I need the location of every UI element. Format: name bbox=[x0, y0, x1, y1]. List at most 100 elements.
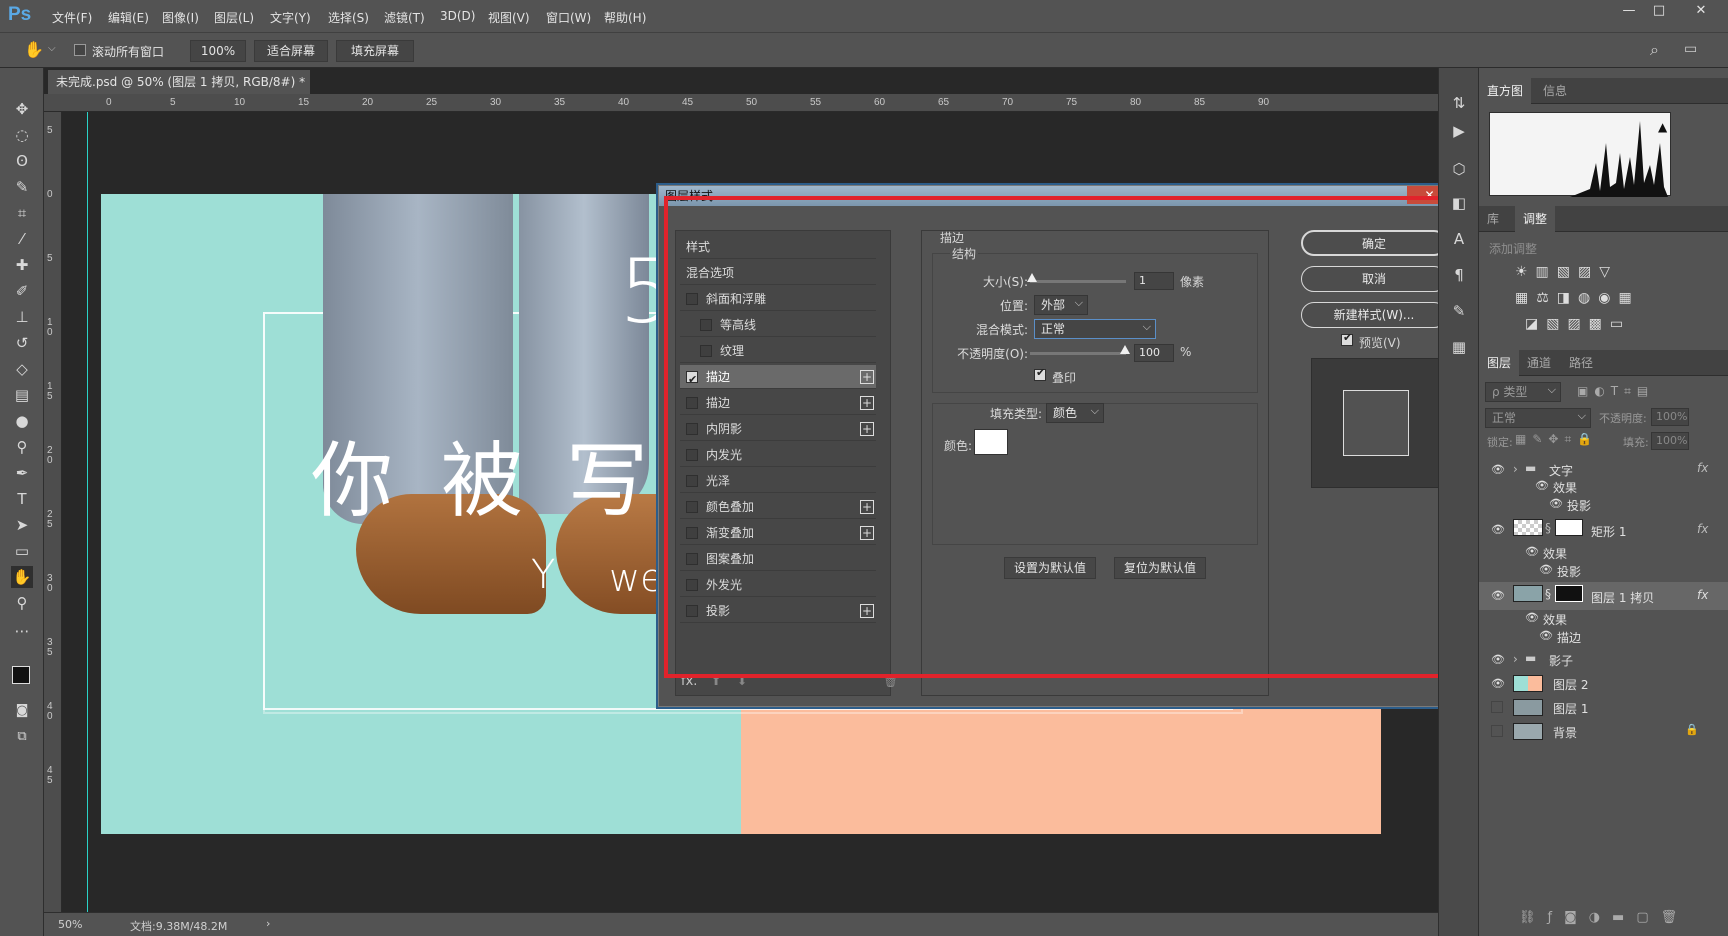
blur-tool-icon[interactable]: ● bbox=[11, 410, 33, 432]
tab-channels[interactable]: 通道 bbox=[1519, 350, 1559, 376]
crop-tool-icon[interactable]: ⌗ bbox=[11, 202, 33, 224]
layer-fill-input[interactable]: 100% bbox=[1651, 432, 1689, 450]
menu-window[interactable]: 窗口(W) bbox=[546, 9, 591, 26]
pen-tool-icon[interactable]: ✒ bbox=[11, 462, 33, 484]
visibility-eye-icon[interactable]: 👁 bbox=[1491, 677, 1505, 690]
history-panel-icon[interactable]: ⇅ bbox=[1448, 92, 1470, 114]
menu-select[interactable]: 选择(S) bbox=[328, 9, 369, 26]
eraser-icon[interactable]: ◇ bbox=[11, 358, 33, 380]
adjustment-icons-row-2[interactable]: ▦⚖◨◍◉▦ bbox=[1515, 290, 1640, 306]
eyedropper-icon[interactable]: ⁄ bbox=[11, 228, 33, 250]
tab-adjustments[interactable]: 调整 bbox=[1515, 206, 1556, 232]
menu-edit[interactable]: 编辑(E) bbox=[108, 9, 149, 26]
layer-mask-thumbnail[interactable] bbox=[1555, 519, 1583, 536]
adjustment-icons-row-1[interactable]: ☀▥▧▨▽ bbox=[1515, 264, 1618, 280]
layer-mask-thumbnail[interactable] bbox=[1555, 585, 1583, 602]
layer-blend-select[interactable]: 正常 bbox=[1485, 407, 1591, 428]
visibility-eye-icon[interactable]: 👁 bbox=[1491, 463, 1505, 476]
stamp-tool-icon[interactable]: ⊥ bbox=[11, 306, 33, 328]
menu-layer[interactable]: 图层(L) bbox=[214, 9, 254, 26]
visibility-toggle-off[interactable] bbox=[1491, 725, 1503, 737]
tab-info[interactable]: 信息 bbox=[1535, 78, 1575, 104]
visibility-eye-icon[interactable]: 👁 bbox=[1491, 523, 1505, 536]
zoom-tool-icon[interactable]: ⚲ bbox=[11, 592, 33, 614]
chevron-right-icon[interactable]: › bbox=[1513, 462, 1518, 476]
chevron-right-icon[interactable]: › bbox=[266, 917, 270, 930]
rectangle-tool-icon[interactable]: ▭ bbox=[11, 540, 33, 562]
effect-eye-icon[interactable]: 👁 bbox=[1525, 545, 1539, 558]
move-tool-icon[interactable]: ✥ bbox=[11, 98, 33, 120]
workspace-icon[interactable]: ▭ bbox=[1684, 41, 1697, 57]
lasso-tool-icon[interactable]: ʘ bbox=[11, 150, 33, 172]
3d-panel-icon[interactable]: ⬡ bbox=[1448, 158, 1470, 180]
effect-eye-icon[interactable]: 👁 bbox=[1549, 497, 1563, 510]
history-brush-icon[interactable]: ↺ bbox=[11, 332, 33, 354]
marquee-tool-icon[interactable]: ◌ bbox=[11, 124, 33, 146]
brush-panel-icon[interactable]: ✎ bbox=[1448, 300, 1470, 322]
effect-row-stroke[interactable]: 👁 描边 bbox=[1479, 626, 1728, 649]
layer-row-background[interactable]: 背景 🔒 bbox=[1479, 720, 1728, 743]
layer-bottom-icons[interactable]: ⛓ƒ◙◑▬▢🗑 bbox=[1519, 910, 1689, 925]
visibility-toggle-off[interactable] bbox=[1491, 701, 1503, 713]
document-tab[interactable]: 未完成.psd @ 50% (图层 1 拷贝, RGB/8#) * × bbox=[48, 70, 310, 113]
chevron-down-icon[interactable]: ⌵ bbox=[48, 43, 56, 54]
layer-filter-icons[interactable]: ▣◐T⌗▤ bbox=[1577, 384, 1654, 399]
fit-screen-button[interactable]: 适合屏幕 bbox=[254, 40, 328, 62]
adjustment-icons-row-3[interactable]: ◪▧▨▩▭ bbox=[1525, 316, 1631, 332]
layer-opacity-input[interactable]: 100% bbox=[1651, 408, 1689, 426]
gradient-tool-icon[interactable]: ▤ bbox=[11, 384, 33, 406]
menu-image[interactable]: 图像(I) bbox=[162, 9, 199, 26]
layer-filter-select[interactable]: ρ 类型 bbox=[1485, 381, 1561, 402]
effect-eye-icon[interactable]: 👁 bbox=[1525, 611, 1539, 624]
tab-paths[interactable]: 路径 bbox=[1561, 350, 1601, 376]
visibility-eye-icon[interactable]: 👁 bbox=[1491, 653, 1505, 666]
fx-icon[interactable]: fx bbox=[1697, 588, 1708, 602]
fill-screen-button[interactable]: 填充屏幕 bbox=[336, 40, 414, 62]
layer-row-shadow-group[interactable]: 👁 › ▬ 影子 bbox=[1479, 648, 1728, 671]
tab-histogram[interactable]: 直方图 bbox=[1479, 78, 1532, 104]
character-panel-icon[interactable]: A bbox=[1448, 228, 1470, 250]
effect-eye-icon[interactable]: 👁 bbox=[1539, 629, 1553, 642]
zoom-level[interactable]: 50% bbox=[58, 918, 82, 931]
layer-row-layer1-copy[interactable]: 👁 § 图层 1 拷贝 fx bbox=[1479, 582, 1728, 610]
scroll-all-checkbox[interactable] bbox=[74, 44, 86, 56]
search-icon[interactable]: ⌕ bbox=[1650, 40, 1659, 60]
menu-view[interactable]: 视图(V) bbox=[488, 9, 530, 26]
layer-row-layer2[interactable]: 👁 图层 2 bbox=[1479, 672, 1728, 695]
paragraph-panel-icon[interactable]: ¶ bbox=[1448, 264, 1470, 286]
menu-type[interactable]: 文字(Y) bbox=[270, 9, 311, 26]
chevron-right-icon[interactable]: › bbox=[1513, 652, 1518, 666]
more-tools-icon[interactable]: ⋯ bbox=[11, 620, 33, 642]
actions-play-icon[interactable]: ▶ bbox=[1448, 120, 1470, 142]
layer-row-rectangle[interactable]: 👁 § 矩形 1 fx bbox=[1479, 516, 1728, 544]
menu-3d[interactable]: 3D(D) bbox=[440, 9, 475, 23]
hand-tool-icon[interactable]: ✋ bbox=[11, 566, 33, 588]
menu-filter[interactable]: 滤镜(T) bbox=[384, 9, 425, 26]
minimize-icon[interactable]: — bbox=[1616, 3, 1642, 21]
menu-help[interactable]: 帮助(H) bbox=[604, 9, 646, 26]
fx-icon[interactable]: fx bbox=[1697, 461, 1708, 475]
effect-row-drop-shadow[interactable]: 👁 投影 bbox=[1479, 494, 1728, 517]
maximize-icon[interactable]: □ bbox=[1646, 3, 1672, 21]
zoom-100-button[interactable]: 100% bbox=[190, 40, 246, 62]
effect-eye-icon[interactable]: 👁 bbox=[1539, 563, 1553, 576]
path-select-icon[interactable]: ➤ bbox=[11, 514, 33, 536]
fx-icon[interactable]: fx bbox=[1697, 522, 1708, 536]
type-tool-icon[interactable]: T bbox=[11, 488, 33, 510]
swatches-panel-icon[interactable]: ▦ bbox=[1448, 336, 1470, 358]
histogram-warning-icon[interactable]: ▲ bbox=[1658, 120, 1668, 134]
visibility-eye-icon[interactable]: 👁 bbox=[1491, 589, 1505, 602]
quick-mask-icon[interactable]: ◙ bbox=[11, 700, 33, 722]
menu-file[interactable]: 文件(F) bbox=[52, 9, 92, 26]
lock-icons[interactable]: ▦✎✥⌗🔒 bbox=[1515, 432, 1598, 447]
effect-eye-icon[interactable]: 👁 bbox=[1535, 479, 1549, 492]
dodge-tool-icon[interactable]: ⚲ bbox=[11, 436, 33, 458]
tab-library[interactable]: 库 bbox=[1479, 206, 1507, 232]
screen-mode-icon[interactable]: ⧉ bbox=[11, 726, 33, 748]
adjust-panel-icon[interactable]: ◧ bbox=[1448, 192, 1470, 214]
layer-row-layer1[interactable]: 图层 1 bbox=[1479, 696, 1728, 719]
quick-select-icon[interactable]: ✎ bbox=[11, 176, 33, 198]
healing-brush-icon[interactable]: ✚ bbox=[11, 254, 33, 276]
brush-tool-icon[interactable]: ✐ bbox=[11, 280, 33, 302]
hand-tool-icon[interactable]: ✋ bbox=[24, 40, 44, 59]
